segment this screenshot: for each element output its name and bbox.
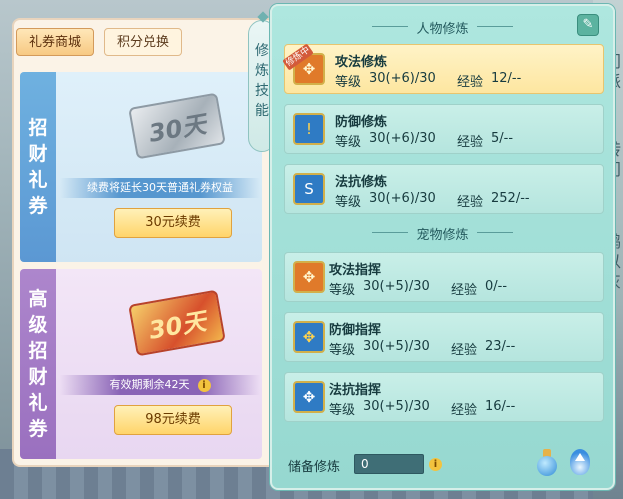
coupon-card-premium: 高级招财礼券 30天 有效期剩余42天 i 98元续费 (20, 269, 262, 459)
skill-name: 法抗修炼 (335, 175, 388, 190)
skill-row-attack[interactable]: ✥ 修炼中 攻法修炼 等级 30(+6)/30 经验 12/-- (282, 43, 604, 94)
reserve-label: 储备修炼 (288, 460, 341, 475)
shop-tabs: 礼券商城 积分兑换 (16, 28, 183, 56)
exp-label: 经验 (451, 343, 478, 358)
section-title-person: 人物修炼 (272, 18, 613, 37)
skill-level: 30(+5)/30 (363, 339, 430, 354)
skill-exp: 12/-- (491, 71, 522, 86)
renew-98-button[interactable]: 98元续费 (114, 405, 232, 435)
skill-level: 30(+5)/30 (363, 399, 430, 414)
card-ribbon: 续费将延长30天普通礼券权益 (60, 178, 260, 198)
skill-level: 30(+5)/30 (363, 279, 430, 294)
cultivation-panel: ✎ 人物修炼 ✥ 修炼中 攻法修炼 等级 30(+6)/30 经验 12/-- … (270, 4, 615, 490)
exp-label: 经验 (457, 135, 484, 150)
skill-row-pet-defense[interactable]: ✥ 防御指挥 等级 30(+5)/30 经验 23/-- (284, 312, 604, 362)
tab-coupon-mall[interactable]: 礼券商城 (16, 28, 95, 56)
skill-exp: 0/-- (485, 279, 508, 294)
shield-icon: ! (293, 113, 325, 145)
level-label: 等级 (329, 283, 356, 298)
exp-label: 经验 (451, 403, 478, 418)
card-ribbon: 有效期剩余42天 i (60, 375, 260, 395)
skill-exp: 23/-- (485, 339, 516, 354)
skill-exp: 16/-- (485, 399, 516, 414)
info-icon[interactable]: i (197, 379, 211, 392)
info-icon[interactable]: i (429, 458, 442, 471)
skill-name: 攻法修炼 (335, 55, 388, 70)
tab-points-exchange[interactable]: 积分兑换 (104, 28, 183, 56)
paw-shield-icon: ✥ (293, 321, 325, 353)
skill-row-pet-resist[interactable]: ✥ 法抗指挥 等级 30(+5)/30 经验 16/-- (284, 372, 604, 422)
paw-shield-icon: ✥ (293, 381, 325, 413)
level-label: 等级 (335, 135, 362, 150)
skill-level: 30(+6)/30 (369, 191, 436, 206)
skill-exp: 5/-- (491, 131, 514, 146)
coupon-card-basic: 招财礼券 30天 续费将延长30天普通礼券权益 30元续费 (20, 72, 262, 262)
paw-icon: ✥ (293, 261, 325, 293)
upgrade-icon[interactable] (568, 447, 592, 477)
exp-label: 经验 (457, 195, 484, 210)
skill-name: 防御修炼 (335, 115, 388, 130)
skill-row-pet-attack[interactable]: ✥ 攻法指挥 等级 30(+5)/30 经验 0/-- (284, 252, 604, 302)
level-label: 等级 (329, 343, 356, 358)
swirl-shield-icon: S (293, 173, 325, 205)
exp-label: 经验 (457, 75, 484, 90)
skill-name: 法抗指挥 (329, 383, 382, 398)
skill-row-defense[interactable]: ! 防御修炼 等级 30(+6)/30 经验 5/-- (284, 104, 604, 154)
skill-exp: 252/-- (491, 191, 530, 206)
skill-level: 30(+6)/30 (369, 71, 436, 86)
section-title-pet: 宠物修炼 (272, 224, 613, 243)
renew-30-button[interactable]: 30元续费 (114, 208, 232, 238)
exp-label: 经验 (451, 283, 478, 298)
potion-icon[interactable] (534, 447, 560, 477)
gold-ticket-icon: 30天 (128, 289, 226, 357)
silver-ticket-icon: 30天 (128, 92, 226, 160)
skill-level: 30(+6)/30 (369, 131, 436, 146)
skill-row-resist[interactable]: S 法抗修炼 等级 30(+6)/30 经验 252/-- (284, 164, 604, 214)
level-label: 等级 (329, 403, 356, 418)
skill-name: 攻法指挥 (329, 263, 382, 278)
level-label: 等级 (335, 195, 362, 210)
reserve-value: 0 (354, 454, 424, 474)
card-side-title: 高级招财礼券 (20, 269, 56, 459)
level-label: 等级 (335, 75, 362, 90)
skill-name: 防御指挥 (329, 323, 382, 338)
card-side-title: 招财礼券 (20, 72, 56, 262)
